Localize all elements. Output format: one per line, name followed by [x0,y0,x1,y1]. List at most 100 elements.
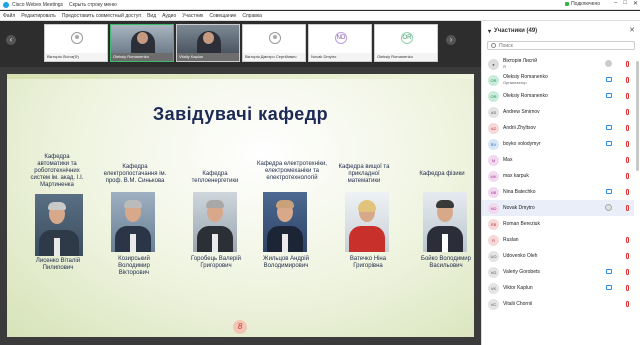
participant-row[interactable]: RB Roman Bereziuk [482,216,634,232]
avatar-initials: OR [488,90,499,102]
slide-title: Завідувачі кафедр [152,104,329,124]
menu-meeting[interactable]: Совещание [209,13,236,19]
tile-label: Vitaliy Kaplun [177,53,239,61]
mic-muted-icon[interactable] [626,93,629,99]
participant-row[interactable]: R Ruslan [482,232,634,248]
mic-muted-icon[interactable] [626,157,629,163]
menu-edit[interactable]: Редактировать [21,13,56,19]
tile-label: Вікторія Лісіта(Ф) [45,53,107,61]
participant-name: Viktor Kaplun [503,285,533,291]
participant-row[interactable]: ● Вікторія Лисгій Я [482,56,634,72]
participants-title: Участники (49) [494,28,538,34]
participant-name: Oleksiy Romanenko [503,93,548,99]
panel-scrollbar[interactable] [636,61,639,171]
mic-muted-icon[interactable] [626,61,629,67]
menu-share[interactable]: Предоставить совместный доступ [62,13,141,19]
department-label: Кафедра фізики [419,171,465,177]
camera-icon[interactable] [606,285,612,290]
avatar-initials: AS [488,106,499,118]
participant-row[interactable]: ND Novak Dmytro [482,200,634,216]
menu-audio[interactable]: Аудио [162,13,176,19]
camera-icon[interactable] [606,141,612,146]
mic-muted-icon[interactable] [626,253,629,259]
menu-view[interactable]: Вид [147,13,156,19]
participant-name: boyko volodymyr [503,141,541,147]
video-tile[interactable]: Vitaliy Kaplun [176,24,240,62]
department-label: Кафедра теплоенергетики [191,171,239,184]
avatar-initials: ND [335,32,347,44]
participant-role: Организатор [503,80,527,85]
participant-row[interactable]: NB Nina Batechko [482,184,634,200]
participant-row[interactable]: OR Oleksiy Romanenko [482,88,634,104]
participant-row[interactable]: MK max karpuk [482,168,634,184]
search-input[interactable] [499,42,619,49]
camera-icon[interactable] [606,77,612,82]
search-icon [491,43,496,48]
participant-row[interactable]: BV boyko volodymyr [482,136,634,152]
participant-name: Novak Dmytro [503,205,535,211]
department-label: Кафедра електропостачання ім. проф. В.М.… [103,164,167,184]
participant-row[interactable]: UO Udovenko Olеh [482,248,634,264]
camera-icon[interactable] [606,269,612,274]
strip-prev-icon[interactable]: ‹ [6,35,16,45]
title-bar: Cisco Webex Meetings Скрыть строку меню … [0,0,640,10]
mic-muted-icon[interactable] [626,109,629,115]
participant-row[interactable]: VK Viktor Kaplun [482,280,634,296]
person-name: Ватечко Ніна Григорівна [349,256,387,269]
video-tile[interactable]: Вікторія Лісіта(Ф) [44,24,108,62]
avatar-initials: MK [488,170,499,182]
reaction-icon[interactable] [605,60,612,67]
participant-row[interactable]: OR Oleksiy Romanenko Организатор [482,72,634,88]
maximize-icon[interactable]: □ [623,0,627,7]
minimize-icon[interactable]: – [614,0,617,7]
menu-bar: Файл Редактировать Предоставить совместн… [0,11,640,21]
video-tile[interactable]: Oleksiy Romanenko [110,24,174,62]
menu-file[interactable]: Файл [3,13,15,19]
participants-header[interactable]: ▾ Участники (49) ✕ [482,21,640,41]
slide-top-stripe [7,74,474,79]
mic-muted-icon[interactable] [626,173,629,179]
mic-muted-icon[interactable] [626,125,629,131]
camera-icon[interactable] [606,125,612,130]
participant-row[interactable]: AZ Andrii Zhyltsov [482,120,634,136]
mic-muted-icon[interactable] [626,269,629,275]
person-name: Лисенко Віталій Пилипович [35,258,81,271]
participant-row[interactable]: VC Vitalii Chornii [482,296,634,312]
video-tile[interactable]: ND Novak Dmytro [308,24,372,62]
avatar-initials: M [488,154,499,166]
mic-muted-icon[interactable] [626,301,629,307]
menu-help[interactable]: Справка [242,13,262,19]
avatar-initials: VG [488,266,499,278]
participant-row[interactable]: M Max [482,152,634,168]
mic-muted-icon[interactable] [626,141,629,147]
window-title: Cisco Webex Meetings [12,1,64,8]
participant-list: ● Вікторія Лисгій Я OR Oleksiy Romanenko О… [482,56,634,312]
hide-menu-button[interactable]: Скрыть строку меню [69,2,117,8]
participant-search[interactable] [487,41,635,50]
close-icon[interactable]: ✕ [633,0,638,7]
participant-row[interactable]: VG Valeriy Gorobets [482,264,634,280]
video-tile[interactable]: Вікторія Дмитро Сергійович [242,24,306,62]
mic-muted-icon[interactable] [626,205,629,211]
strip-next-icon[interactable]: › [446,35,456,45]
more-options-icon[interactable] [605,204,612,211]
camera-icon[interactable] [606,93,612,98]
participant-row[interactable]: AS Andrew Smirnov [482,104,634,120]
avatar-initials: UO [488,250,499,262]
avatar-icon: ● [488,58,499,70]
close-panel-icon[interactable]: ✕ [629,26,635,34]
participant-name: Andrii Zhyltsov [503,125,536,131]
slide-page-marker: 8 [233,320,247,334]
chevron-down-icon[interactable]: ▾ [488,28,491,35]
participant-name: Andrew Smirnov [503,109,540,115]
avatar-icon [71,32,83,44]
camera-icon[interactable] [606,189,612,194]
mic-muted-icon[interactable] [626,237,629,243]
menu-participant[interactable]: Участник [182,13,203,19]
avatar-icon [269,32,281,44]
mic-muted-icon[interactable] [626,285,629,291]
connection-status[interactable]: Подключено [565,1,600,7]
mic-muted-icon[interactable] [626,77,629,83]
video-tile[interactable]: OR Oleksiy Romanenko [374,24,438,62]
mic-muted-icon[interactable] [626,189,629,195]
